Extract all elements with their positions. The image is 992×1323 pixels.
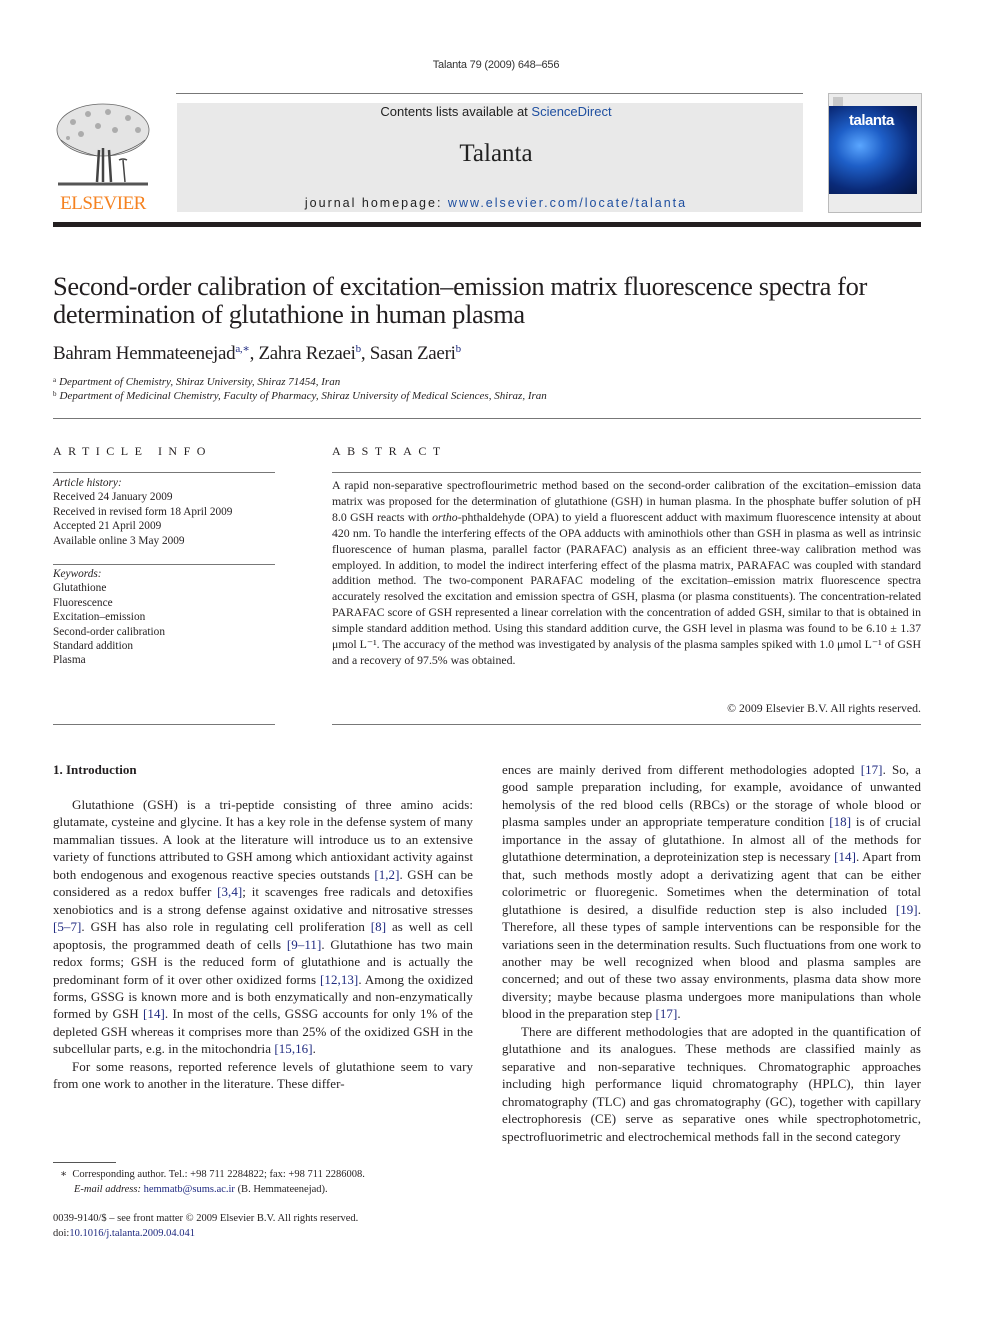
citation-link[interactable]: [8] [371,919,386,934]
citation-link[interactable]: [9–11] [287,937,321,952]
author-separator: , [360,343,370,364]
author-name[interactable]: Bahram Hemmateenejad [53,343,236,364]
homepage-link[interactable]: www.elsevier.com/locate/talanta [448,196,687,210]
article-info-heading: ARTICLE INFO [53,444,212,458]
abstract-text: A rapid non-separative spectroflourimetr… [332,478,921,669]
citation-link[interactable]: [17] [656,1006,678,1021]
citation-link[interactable]: [1,2] [374,867,399,882]
author-list: Bahram Hemmateenejada,∗, Zahra Rezaeib, … [53,342,461,365]
body-text: There are different methodologies that a… [502,1023,921,1144]
body-paragraph: There are different methodologies that a… [502,1023,921,1145]
divider [53,472,275,473]
author-affiliation-mark[interactable]: a,∗ [235,343,250,355]
keyword: Plasma [53,654,86,667]
citation-link[interactable]: [14] [834,849,856,864]
abstract-text-part: -phthaldehyde (OPA) to yield a fluoresce… [332,509,921,667]
keyword: Second-order calibration [53,625,165,638]
author-affiliation-mark[interactable]: b [456,343,462,355]
front-matter: 0039-9140/$ – see front matter © 2009 El… [53,1212,358,1241]
divider [53,564,275,565]
article-history: Article history: Received 24 January 200… [53,476,232,548]
doi-prefix: doi: [53,1227,70,1239]
top-rule [176,93,803,94]
divider [332,472,921,473]
sciencedirect-link[interactable]: ScienceDirect [531,104,611,119]
corresponding-author-footnote: ∗ Corresponding author. Tel.: +98 711 22… [60,1168,365,1197]
author-name[interactable]: Zahra Rezaei [258,343,355,364]
keywords: Keywords: Glutathione Fluorescence Excit… [53,567,165,668]
body-text: . [312,1041,316,1057]
citation-link[interactable]: [17] [861,762,883,777]
corresponding-author-text: Corresponding author. Tel.: +98 711 2284… [72,1169,365,1180]
citation-link[interactable]: [12,13] [320,972,358,987]
citation-link[interactable]: [14] [143,1006,165,1021]
body-column-right: ences are mainly derived from different … [502,761,921,1145]
homepage-prefix: journal homepage: [304,196,448,210]
keyword: Glutathione [53,582,107,595]
keyword: Excitation–emission [53,611,146,624]
journal-cover-image: talanta [828,93,922,213]
history-item: Received 24 January 2009 [53,491,173,504]
affiliation-mark: a [53,376,57,384]
email-suffix: (B. Hemmateenejad). [234,1183,328,1195]
affiliation: b Department of Medicinal Chemistry, Facu… [53,390,547,402]
divider [332,724,921,725]
author-name[interactable]: Sasan Zaeri [370,343,456,364]
email-label: E-mail address: [74,1183,144,1195]
citation-link[interactable]: [5–7] [53,919,81,934]
divider [53,724,275,725]
contents-prefix: Contents lists available at [380,104,532,119]
body-column-left: Glutathione (GSH) is a tri-peptide consi… [53,796,473,1093]
abstract-text-italic: ortho [432,509,458,524]
affiliation: a Department of Chemistry, Shiraz Univers… [53,376,340,388]
abstract-copyright: © 2009 Elsevier B.V. All rights reserved… [727,701,921,715]
keyword: Standard addition [53,640,134,653]
body-text: . GSH has also role in regulating cell p… [81,919,371,935]
cover-badge-icon [833,97,843,106]
keyword: Fluorescence [53,596,113,609]
keywords-label: Keywords: [53,568,102,580]
cover-title: talanta [849,112,894,129]
running-head: Talanta 79 (2009) 648–656 [432,59,560,71]
body-text: For some reasons, reported reference lev… [53,1058,473,1092]
body-paragraph: For some reasons, reported reference lev… [53,1058,473,1093]
footnote-mark: ∗ [60,1169,68,1180]
header-thick-rule [53,222,921,227]
citation-link[interactable]: [3,4] [217,884,242,899]
body-text: . Therefore, all these types of sample i… [502,901,921,1022]
citation-link[interactable]: [15,16] [274,1041,312,1056]
section-heading-introduction: 1. Introduction [53,762,137,777]
affiliation-text: Department of Chemistry, Shiraz Universi… [59,376,341,388]
email-link[interactable]: hemmatb@sums.ac.ir [144,1184,235,1195]
abstract-heading: ABSTRACT [332,444,447,458]
history-item: Received in revised form 18 April 2009 [53,505,233,518]
body-text: ences are mainly derived from different … [502,762,861,777]
body-paragraph: ences are mainly derived from different … [502,761,921,1023]
affiliation-mark: b [53,390,57,398]
history-item: Accepted 21 April 2009 [53,520,162,533]
article-title: Second-order calibration of excitation–e… [53,271,867,329]
body-paragraph: Glutathione (GSH) is a tri-peptide consi… [53,796,473,1058]
citation-link[interactable]: [18] [829,814,851,829]
affiliation-text: Department of Medicinal Chemistry, Facul… [59,390,547,402]
body-text: . [677,1006,681,1022]
divider [53,418,921,419]
history-item: Available online 3 May 2009 [53,534,185,547]
citation-link[interactable]: [19] [896,902,918,917]
issn-line: 0039-9140/$ – see front matter © 2009 El… [53,1213,359,1224]
footnote-rule [53,1162,116,1163]
doi-link[interactable]: 10.1016/j.talanta.2009.04.041 [69,1228,195,1239]
history-label: Article history: [53,477,122,489]
